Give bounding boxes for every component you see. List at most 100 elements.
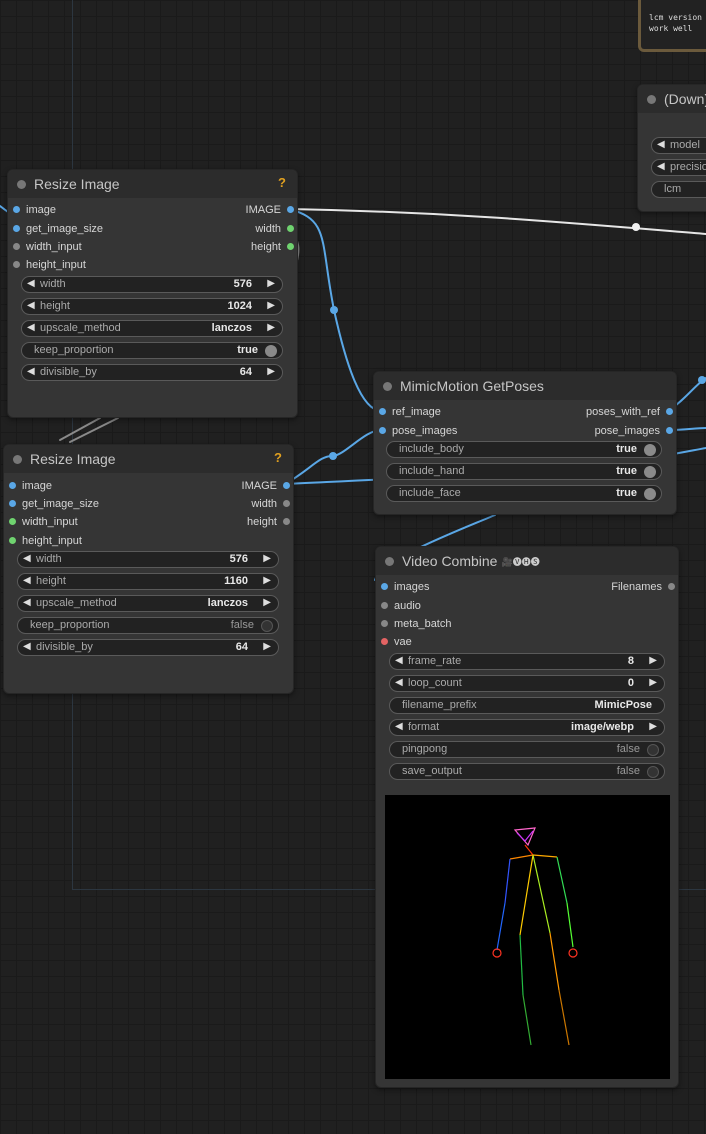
toggle-knob-icon[interactable] [647,744,659,756]
slot-dot-icon[interactable] [287,242,294,250]
increment-icon[interactable]: ▶ [263,553,271,564]
increment-icon[interactable]: ▶ [263,575,271,586]
upscale-method-combo[interactable]: ◀ upscale_method lanczos ▶ [17,595,279,612]
increment-icon[interactable]: ▶ [267,366,275,377]
frame-rate-widget[interactable]: ◀ frame_rate 8 ▶ [389,653,665,670]
note-node[interactable]: lcm version work well [638,0,706,52]
video-combine-node[interactable]: Video Combine 🎥🅥🅗🅢 images audio meta_bat… [375,546,679,1088]
input-slot-get-image-size[interactable]: get_image_size [9,497,99,511]
filename-prefix-field[interactable]: filename_prefix MimicPose [389,697,665,714]
height-widget[interactable]: ◀ height 1160 ▶ [17,573,279,590]
collapse-dot-icon[interactable] [383,381,392,391]
toggle-knob-icon[interactable] [644,466,656,478]
input-slot-pose-images[interactable]: pose_images [379,424,457,438]
slot-dot-icon[interactable] [9,536,16,544]
slot-dot-icon[interactable] [381,601,388,609]
video-preview[interactable] [385,795,670,1079]
input-slot-image[interactable]: image [13,203,56,217]
decrement-icon[interactable]: ◀ [395,677,403,688]
input-slot-image[interactable]: image [9,479,52,493]
slot-dot-icon[interactable] [666,407,673,415]
decrement-icon[interactable]: ◀ [27,366,35,377]
divisible-by-widget[interactable]: ◀ divisible_by 64 ▶ [21,364,283,381]
model-widget[interactable]: ◀ model [651,137,706,154]
increment-icon[interactable]: ▶ [267,322,275,333]
toggle-knob-icon[interactable] [644,444,656,456]
slot-dot-icon[interactable] [379,426,386,434]
collapse-dot-icon[interactable] [13,454,22,464]
slot-dot-icon[interactable] [13,224,20,232]
include-body-toggle[interactable]: include_body true [386,441,662,458]
increment-icon[interactable]: ▶ [267,300,275,311]
input-slot-height-input[interactable]: height_input [13,258,86,272]
resize-image-node-1[interactable]: Resize Image ? image get_image_size widt… [7,169,298,418]
increment-icon[interactable]: ▶ [267,278,275,289]
decrement-icon[interactable]: ◀ [27,278,35,289]
node-title-bar[interactable]: MimicMotion GetPoses [374,372,676,400]
toggle-knob-icon[interactable] [644,488,656,500]
input-slot-width-input[interactable]: width_input [9,515,78,529]
node-title-bar[interactable]: Resize Image ? [8,170,297,198]
output-slot-filenames[interactable]: Filenames [611,580,675,594]
output-slot-image[interactable]: IMAGE [246,203,294,217]
decrement-icon[interactable]: ◀ [27,322,35,333]
node-title-bar[interactable]: Video Combine 🎥🅥🅗🅢 [376,547,678,575]
increment-icon[interactable]: ▶ [263,641,271,652]
input-slot-ref-image[interactable]: ref_image [379,405,441,419]
input-slot-height-input[interactable]: height_input [9,534,82,548]
toggle-knob-icon[interactable] [261,620,273,632]
decrement-icon[interactable]: ◀ [657,139,665,150]
help-badge[interactable]: ? [278,175,286,190]
loop-count-widget[interactable]: ◀ loop_count 0 ▶ [389,675,665,692]
input-slot-width-input[interactable]: width_input [13,240,82,254]
decrement-icon[interactable]: ◀ [23,597,31,608]
toggle-knob-icon[interactable] [647,766,659,778]
slot-dot-icon[interactable] [668,582,675,590]
output-slot-height[interactable]: height [247,515,290,529]
slot-dot-icon[interactable] [283,481,290,489]
slot-dot-icon[interactable] [287,224,294,232]
output-slot-width[interactable]: width [251,497,290,511]
keep-proportion-toggle[interactable]: keep_proportion false [17,617,279,634]
precision-widget[interactable]: ◀ precisio [651,159,706,176]
format-combo[interactable]: ◀ format image/webp ▶ [389,719,665,736]
slot-dot-icon[interactable] [283,517,290,525]
width-widget[interactable]: ◀ width 576 ▶ [21,276,283,293]
width-widget[interactable]: ◀ width 576 ▶ [17,551,279,568]
slot-dot-icon[interactable] [379,407,386,415]
collapse-dot-icon[interactable] [385,556,394,566]
decrement-icon[interactable]: ◀ [23,641,31,652]
slot-dot-icon[interactable] [13,242,20,250]
decrement-icon[interactable]: ◀ [657,161,665,172]
slot-dot-icon[interactable] [666,426,673,434]
increment-icon[interactable]: ▶ [649,721,657,732]
slot-dot-icon[interactable] [381,637,388,645]
divisible-by-widget[interactable]: ◀ divisible_by 64 ▶ [17,639,279,656]
input-slot-meta-batch[interactable]: meta_batch [381,617,451,631]
help-badge[interactable]: ? [274,450,282,465]
collapse-dot-icon[interactable] [17,179,26,189]
slot-dot-icon[interactable] [283,499,290,507]
toggle-knob-icon[interactable] [265,345,277,357]
increment-icon[interactable]: ▶ [263,597,271,608]
slot-dot-icon[interactable] [9,517,16,525]
include-face-toggle[interactable]: include_face true [386,485,662,502]
node-graph-canvas[interactable]: lcm version work well (Down) ◀ model ◀ p… [0,0,706,1134]
lcm-widget[interactable]: lcm [651,181,706,198]
decrement-icon[interactable]: ◀ [395,655,403,666]
output-slot-height[interactable]: height [251,240,294,254]
decrement-icon[interactable]: ◀ [27,300,35,311]
decrement-icon[interactable]: ◀ [23,575,31,586]
resize-image-node-2[interactable]: Resize Image ? image get_image_size widt… [3,444,294,694]
input-slot-vae[interactable]: vae [381,635,412,649]
down-node[interactable]: (Down) ◀ model ◀ precisio lcm [637,84,706,212]
output-slot-image[interactable]: IMAGE [242,479,290,493]
slot-dot-icon[interactable] [381,582,388,590]
node-title-bar[interactable]: Resize Image ? [4,445,293,473]
collapse-dot-icon[interactable] [647,94,656,104]
pingpong-toggle[interactable]: pingpong false [389,741,665,758]
include-hand-toggle[interactable]: include_hand true [386,463,662,480]
input-slot-audio[interactable]: audio [381,599,421,613]
slot-dot-icon[interactable] [9,499,16,507]
keep-proportion-toggle[interactable]: keep_proportion true [21,342,283,359]
